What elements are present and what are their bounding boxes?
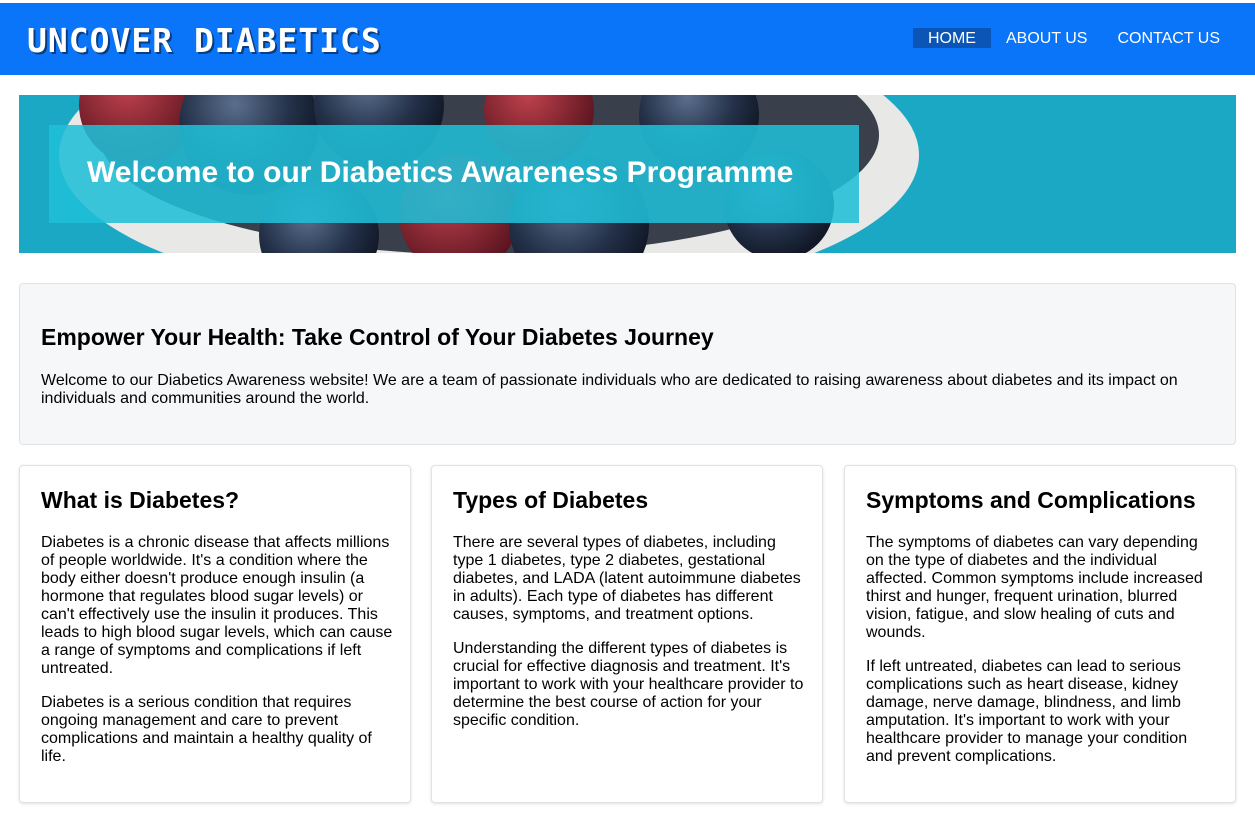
card-paragraph: The symptoms of diabetes can vary depend… (866, 534, 1203, 641)
nav-home-link[interactable]: HOME (912, 28, 991, 48)
card-body: The symptoms of diabetes can vary depend… (866, 534, 1218, 766)
card-paragraph: Diabetes is a chronic disease that affec… (41, 534, 393, 677)
main-nav: HOME ABOUT US CONTACT US (912, 28, 1235, 48)
nav-about-link[interactable]: ABOUT US (991, 28, 1103, 48)
card-what-is-diabetes: What is Diabetes? Diabetes is a chronic … (19, 465, 411, 803)
card-body: Diabetes is a chronic disease that affec… (41, 534, 393, 766)
card-paragraph: If left untreated, diabetes can lead to … (866, 658, 1188, 765)
card-types-of-diabetes: Types of Diabetes There are several type… (431, 465, 823, 803)
hero-title: Welcome to our Diabetics Awareness Progr… (87, 156, 794, 189)
card-title: What is Diabetes? (41, 487, 240, 513)
card-paragraph: There are several types of diabetes, inc… (453, 534, 801, 623)
hero-banner-image: Welcome to our Diabetics Awareness Progr… (19, 95, 1236, 253)
card-title: Types of Diabetes (453, 487, 649, 513)
card-body: There are several types of diabetes, inc… (453, 534, 805, 730)
intro-panel: Empower Your Health: Take Control of You… (19, 283, 1236, 445)
brand-logo[interactable]: UNCOVER DIABETICS (27, 21, 382, 60)
navbar: UNCOVER DIABETICS HOME ABOUT US CONTACT … (0, 3, 1255, 75)
intro-text: Welcome to our Diabetics Awareness websi… (41, 372, 1178, 407)
card-paragraph: Diabetes is a serious condition that req… (41, 694, 372, 765)
hero-title-overlay: Welcome to our Diabetics Awareness Progr… (49, 125, 859, 223)
card-title: Symptoms and Complications (866, 487, 1196, 513)
card-paragraph: Understanding the different types of dia… (453, 640, 804, 729)
nav-contact-link[interactable]: CONTACT US (1102, 28, 1235, 48)
intro-heading: Empower Your Health: Take Control of You… (41, 324, 714, 350)
card-symptoms-complications: Symptoms and Complications The symptoms … (844, 465, 1236, 803)
